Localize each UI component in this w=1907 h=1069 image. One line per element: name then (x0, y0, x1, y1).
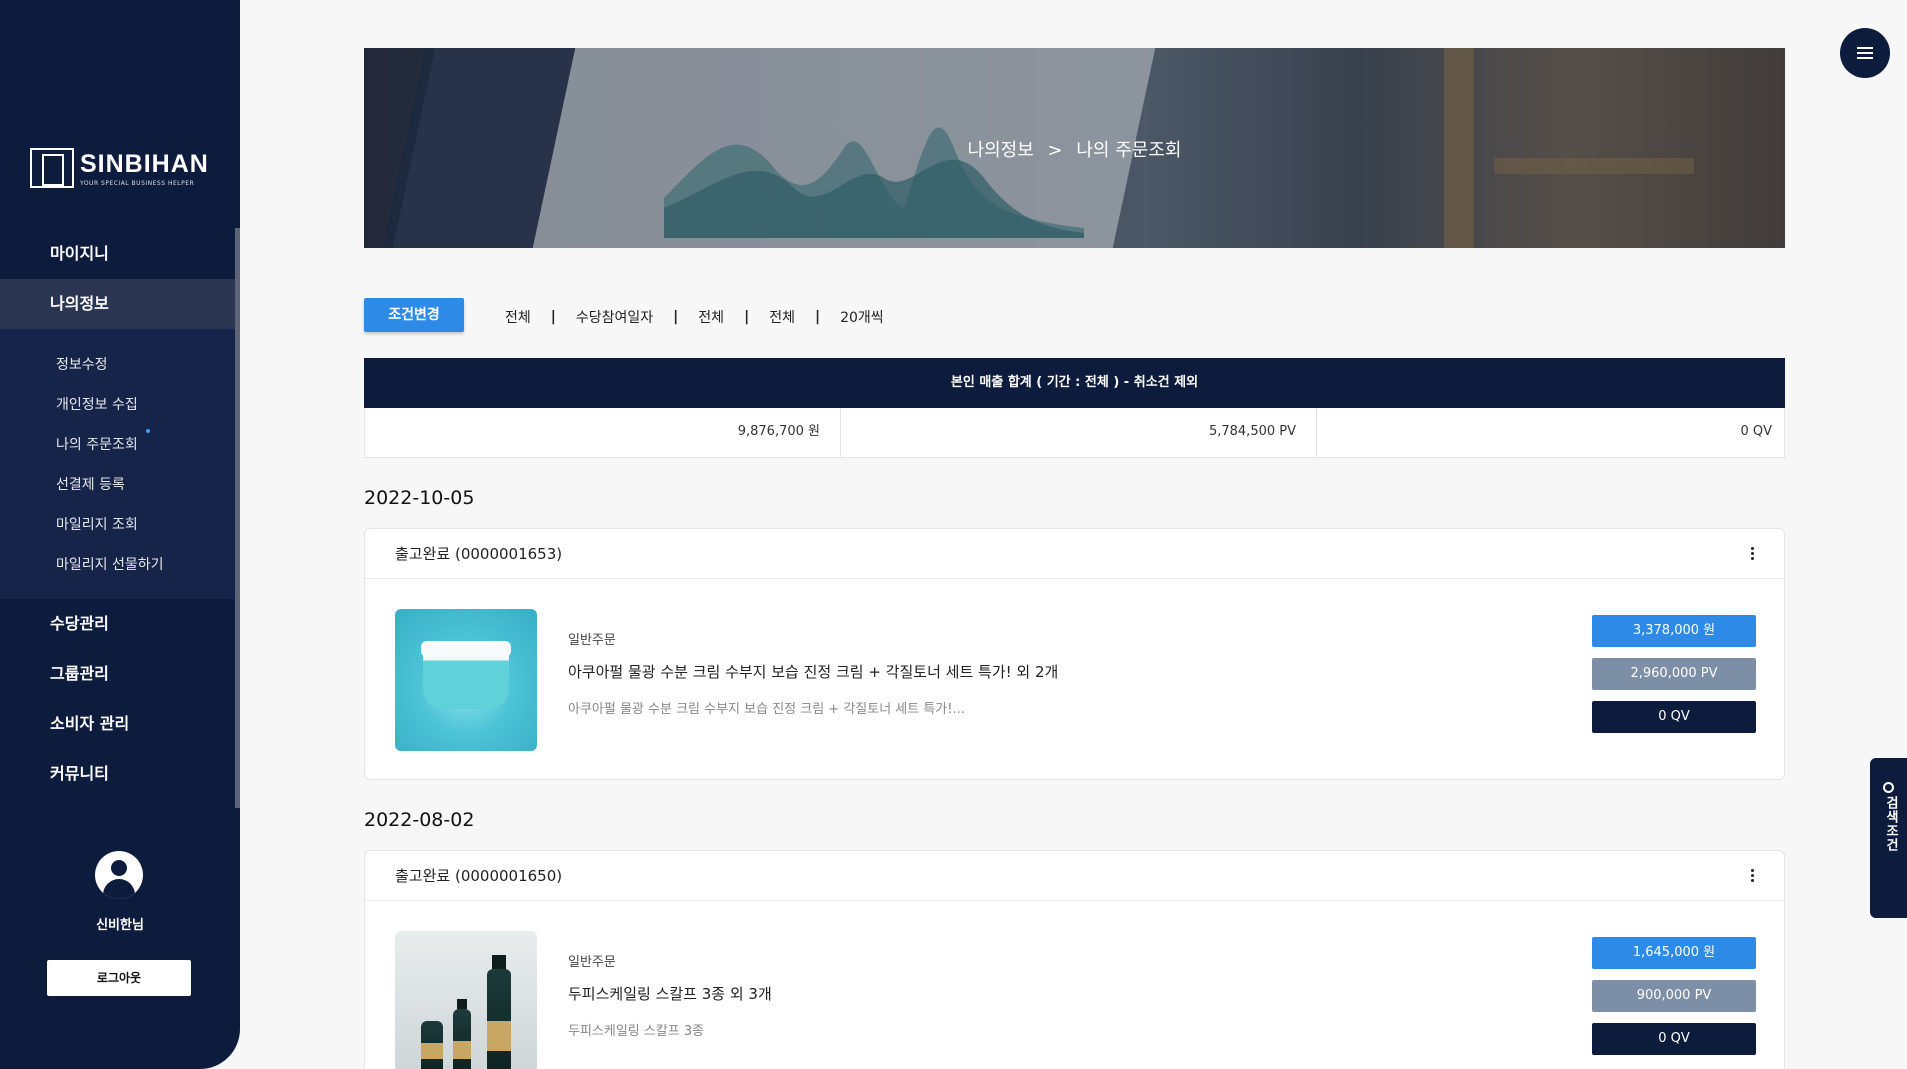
change-condition-button[interactable]: 조건변경 (364, 298, 464, 332)
submenu-item-gift-mileage[interactable]: 마일리지 선물하기 (56, 554, 164, 574)
order-pv-badge: 900,000 PV (1592, 980, 1756, 1012)
filter-value-date-type[interactable]: 수당참여일자 (576, 307, 653, 327)
order-date: 2022-08-02 (364, 809, 475, 831)
order-qv-badge: 0 QV (1592, 701, 1756, 733)
filter-separator: | (550, 309, 556, 325)
order-amount-badge: 3,378,000 원 (1592, 615, 1756, 647)
filter-summary: 전체 | 수당참여일자 | 전체 | 전체 | 20개씩 (505, 307, 884, 327)
breadcrumb: 나의정보 > 나의 주문조회 (364, 136, 1785, 162)
order-type: 일반주문 (568, 955, 616, 970)
order-card[interactable]: 출고완료 (0000001653) 일반주문 아쿠아펄 물광 수분 크림 수부지… (364, 528, 1785, 780)
order-status: 출고완료 (0000001650) (395, 867, 563, 885)
brand-tagline: YOUR SPECIAL BUSINESS HELPER (80, 179, 195, 187)
order-qv-badge: 0 QV (1592, 1023, 1756, 1055)
breadcrumb-parent[interactable]: 나의정보 (968, 140, 1034, 161)
sidebar-item-group[interactable]: 그룹관리 (0, 649, 235, 699)
sidebar-item-allowance[interactable]: 수당관리 (0, 599, 235, 649)
order-description: 아쿠아펄 물광 수분 크림 수부지 보습 진정 크림 + 각질토너 세트 특가!… (568, 702, 965, 717)
sales-summary-header: 본인 매출 합계 ( 기간 : 전체 ) - 취소건 제외 (364, 358, 1785, 408)
brand-logo[interactable]: SINBIHAN YOUR SPECIAL BUSINESS HELPER (30, 148, 209, 188)
order-body: 일반주문 아쿠아펄 물광 수분 크림 수부지 보습 진정 크림 + 각질토너 세… (365, 579, 1784, 779)
order-type: 일반주문 (568, 633, 616, 648)
submenu-item-privacy[interactable]: 개인정보 수집 (56, 394, 138, 414)
user-icon (95, 851, 143, 899)
search-condition-tab[interactable]: 검색조건 (1870, 758, 1907, 918)
more-icon[interactable] (1751, 547, 1754, 560)
product-thumbnail[interactable] (395, 931, 537, 1069)
user-name: 신비한님 (96, 918, 144, 933)
submenu-item-mileage[interactable]: 마일리지 조회 (56, 514, 138, 534)
sidebar-item-consumer[interactable]: 소비자 관리 (0, 699, 235, 749)
filter-separator: | (673, 309, 679, 325)
breadcrumb-current: 나의 주문조회 (1076, 140, 1182, 161)
summary-pv: 5,784,500 PV (841, 408, 1317, 457)
submenu-item-prepay[interactable]: 선결제 등록 (56, 474, 125, 494)
sidebar: SINBIHAN YOUR SPECIAL BUSINESS HELPER 마이… (0, 0, 240, 1069)
search-condition-label: 검색조건 (1883, 796, 1898, 852)
submenu-item-edit-info[interactable]: 정보수정 (56, 354, 108, 374)
active-dot-indicator (146, 429, 150, 433)
order-title[interactable]: 아쿠아펄 물광 수분 크림 수부지 보습 진정 크림 + 각질토너 세트 특가!… (568, 661, 1058, 682)
filter-separator: | (744, 309, 750, 325)
filter-separator: | (814, 309, 821, 325)
order-body: 일반주문 두피스케일링 스칼프 3종 외 3개 두피스케일링 스칼프 3종 1,… (365, 901, 1784, 1069)
order-status: 출고완료 (0000001653) (395, 545, 563, 563)
sidebar-item-myinfo[interactable]: 나의정보 (0, 279, 235, 329)
order-date: 2022-10-05 (364, 487, 475, 509)
sidebar-item-mygenie[interactable]: 마이지니 (0, 229, 235, 279)
order-header: 출고완료 (0000001653) (365, 529, 1784, 579)
filter-value-period[interactable]: 전체 (698, 307, 724, 327)
filter-value-page-size[interactable]: 20개씩 (840, 307, 884, 327)
submenu-item-my-orders[interactable]: 나의 주문조회 (56, 434, 138, 454)
order-title[interactable]: 두피스케일링 스칼프 3종 외 3개 (568, 983, 772, 1004)
logout-button[interactable]: 로그아웃 (47, 960, 191, 996)
search-icon (1883, 782, 1894, 793)
brand-name: SINBIHAN (80, 149, 209, 178)
product-thumbnail[interactable] (395, 609, 537, 751)
filter-value-status[interactable]: 전체 (505, 307, 531, 327)
order-card[interactable]: 출고완료 (0000001650) 일반주문 두피스케일링 스칼프 3종 외 3… (364, 850, 1785, 1069)
page-banner: 나의정보 > 나의 주문조회 (364, 48, 1785, 248)
summary-qv: 0 QV (1740, 424, 1772, 439)
menu-icon[interactable] (1840, 28, 1890, 78)
sidebar-scrollbar[interactable] (235, 228, 240, 808)
breadcrumb-separator: > (1047, 140, 1063, 161)
order-amount-badge: 1,645,000 원 (1592, 937, 1756, 969)
logo-icon (30, 148, 74, 188)
sales-summary-row: 9,876,700 원 5,784,500 PV 0 QV (364, 408, 1785, 458)
more-icon[interactable] (1751, 869, 1754, 882)
filter-value-type[interactable]: 전체 (769, 307, 795, 327)
summary-amount: 9,876,700 원 (365, 408, 841, 457)
order-description: 두피스케일링 스칼프 3종 (568, 1024, 705, 1039)
order-header: 출고완료 (0000001650) (365, 851, 1784, 901)
sidebar-item-community[interactable]: 커뮤니티 (0, 749, 235, 799)
order-pv-badge: 2,960,000 PV (1592, 658, 1756, 690)
